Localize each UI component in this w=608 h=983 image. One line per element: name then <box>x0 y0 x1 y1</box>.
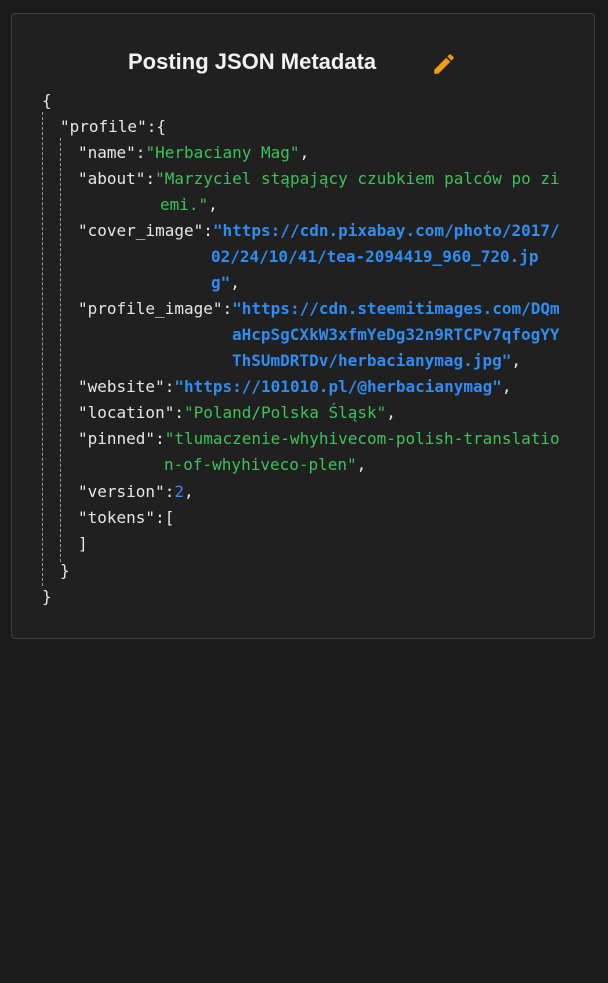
json-string-value: n-of-whyhiveco-plen" <box>164 455 357 474</box>
json-url-value[interactable]: aHcpSgCXkW3xfmYeDg32n9RTCPv7qfogYY <box>232 325 560 344</box>
json-line: "about":"Marzyciel stąpający czubkiem pa… <box>78 169 560 188</box>
json-line: "pinned":"tlumaczenie-whyhivecom-polish-… <box>78 429 560 448</box>
json-line: } <box>60 558 70 584</box>
json-string-value: "tlumaczenie-whyhivecom-polish-translati… <box>164 429 560 448</box>
json-url-value[interactable]: ThSUmDRTDv/herbacianymag.jpg" <box>232 351 511 370</box>
json-line: ] <box>78 531 88 557</box>
posting-json-metadata-card: Posting JSON Metadata { "profile":{ "nam… <box>11 13 595 639</box>
json-key: "name" <box>78 143 136 162</box>
json-line: "version":2, <box>78 482 194 501</box>
json-line: "tokens":[ <box>78 508 175 527</box>
root-open-brace: { <box>42 91 52 110</box>
json-string-value: "Marzyciel stąpający czubkiem palców po … <box>155 169 560 188</box>
json-string-value: emi." <box>160 195 209 214</box>
json-number-value: 2 <box>174 482 184 501</box>
json-key: "website" <box>78 377 165 396</box>
json-url-value[interactable]: g" <box>211 273 230 292</box>
json-line: 02/24/10/41/tea-2094419_960_720.jp <box>211 244 539 270</box>
indent-guide-profile <box>60 138 61 562</box>
json-url-value[interactable]: "https://cdn.pixabay.com/photo/2017/ <box>213 221 560 240</box>
json-key: "profile_image" <box>78 299 223 318</box>
json-line: "profile":{ <box>60 117 166 136</box>
indent-guide-root <box>42 112 43 586</box>
profile-close-brace: } <box>60 561 70 580</box>
json-line: emi.", <box>160 195 218 214</box>
json-key: "pinned" <box>78 429 156 448</box>
json-line: "website":"https://101010.pl/@herbaciany… <box>78 377 512 396</box>
tokens-close-bracket: ] <box>78 534 88 553</box>
json-string-value: "Poland/Polska Śląsk" <box>183 403 387 422</box>
json-viewer: { "profile":{ "name":"Herbaciany Mag", "… <box>12 14 594 638</box>
json-key: "location" <box>78 403 175 422</box>
json-url-value[interactable]: "https://cdn.steemitimages.com/DQm <box>232 299 560 318</box>
json-line: "cover_image":"https://cdn.pixabay.com/p… <box>78 221 560 240</box>
json-url-value[interactable]: "https://101010.pl/@herbacianymag" <box>174 377 502 396</box>
json-key: "tokens" <box>78 508 156 527</box>
json-key: "cover_image" <box>78 221 204 240</box>
json-line: { <box>42 88 52 114</box>
json-line: "profile_image":"https://cdn.steemitimag… <box>78 299 560 318</box>
json-line: "location":"Poland/Polska Śląsk", <box>78 403 396 422</box>
json-string-value: "Herbaciany Mag" <box>145 143 300 162</box>
json-url-value[interactable]: 02/24/10/41/tea-2094419_960_720.jp <box>211 247 539 266</box>
json-key: "profile" <box>60 117 147 136</box>
json-line: g", <box>211 273 240 292</box>
json-line: "name":"Herbaciany Mag", <box>78 143 310 162</box>
root-close-brace: } <box>42 587 52 606</box>
json-line: ThSUmDRTDv/herbacianymag.jpg", <box>232 351 521 370</box>
json-key: "version" <box>78 482 165 501</box>
json-line: n-of-whyhiveco-plen", <box>164 455 367 474</box>
json-line: } <box>42 584 52 610</box>
json-key: "about" <box>78 169 146 188</box>
json-line: aHcpSgCXkW3xfmYeDg32n9RTCPv7qfogYY <box>232 322 560 348</box>
